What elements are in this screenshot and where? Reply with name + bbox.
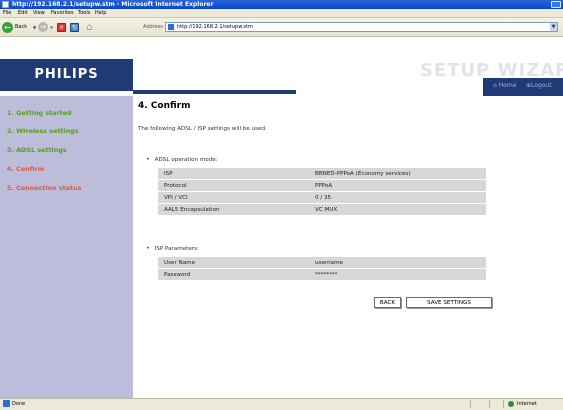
username-label: User Name — [158, 257, 309, 268]
minimize-button[interactable] — [551, 1, 561, 8]
intro-text: The following ADSL / ISP settings will b… — [138, 126, 267, 132]
page-icon — [168, 24, 174, 30]
address-input[interactable]: http://192.168.2.1/setupw.stm — [177, 22, 253, 32]
table-row: Protocol PPPoA — [158, 180, 486, 191]
header-divider — [133, 90, 296, 94]
zone-text: Internet — [517, 401, 537, 407]
back-step-button[interactable]: BACK — [374, 297, 401, 308]
protocol-value: PPPoA — [309, 180, 486, 191]
status-divider — [470, 400, 471, 408]
table-row: VPI / VCI 0 / 35 — [158, 192, 486, 203]
sidebar-item-getting-started[interactable]: 1. Getting started — [7, 108, 72, 118]
home-link-label[interactable]: Home — [499, 82, 517, 89]
forward-dropdown-icon[interactable]: ▼ — [50, 22, 53, 33]
page-title: 4. Confirm — [138, 101, 191, 111]
adsl-heading-label: ADSL operation mode: — [154, 157, 218, 163]
table-row: AAL5 Encapsulation VC MUX — [158, 204, 486, 215]
home-icon[interactable]: ⌂ — [84, 22, 95, 33]
sidebar-item-adsl-settings[interactable]: 3. ADSL settings — [7, 145, 67, 155]
refresh-icon[interactable]: ↻ — [70, 23, 79, 32]
address-label: Address — [143, 24, 163, 30]
menu-tools[interactable]: Tools — [78, 9, 90, 17]
internet-zone-icon — [508, 401, 514, 407]
philips-logo: PHILIPS — [34, 67, 99, 82]
isp-value: BBNED-PPPoA (Economy services) — [309, 168, 486, 179]
menu-view[interactable]: View — [33, 9, 45, 17]
isp-parameters-table: User Name username Password ******** — [158, 256, 486, 281]
aal5-value: VC MUX — [309, 204, 486, 215]
table-row: ISP BBNED-PPPoA (Economy services) — [158, 168, 486, 179]
isp-section-heading: • ISP Parameters: — [146, 235, 199, 254]
menu-bar: File Edit View Favorites Tools Help — [0, 9, 563, 18]
isp-label: ISP — [158, 168, 309, 179]
logout-link-label[interactable]: Logout — [531, 82, 552, 89]
page-done-icon — [3, 400, 10, 407]
menu-favorites[interactable]: Favorites — [51, 9, 74, 17]
vpi-vci-label: VPI / VCI — [158, 192, 309, 203]
status-bar — [0, 398, 563, 410]
save-settings-button[interactable]: SAVE SETTINGS — [406, 297, 492, 308]
logout-link[interactable]: ⊕Logout — [526, 80, 552, 92]
status-text: Done — [12, 401, 26, 407]
password-label: Password — [158, 269, 309, 280]
back-dropdown-icon[interactable]: ▼ — [33, 22, 36, 33]
back-arrow-icon: ← — [4, 23, 11, 32]
sidebar-item-connection-status[interactable]: 5. Connection status — [7, 183, 81, 193]
window-title: http://192.168.2.1/setupw.stm - Microsof… — [12, 1, 214, 8]
vpi-vci-value: 0 / 35 — [309, 192, 486, 203]
isp-heading-label: ISP Parameters: — [154, 246, 199, 252]
protocol-label: Protocol — [158, 180, 309, 191]
ie-window-icon — [2, 1, 9, 8]
adsl-settings-table: ISP BBNED-PPPoA (Economy services) Proto… — [158, 167, 486, 216]
back-label[interactable]: Back — [15, 22, 27, 33]
menu-edit[interactable]: Edit — [18, 9, 28, 17]
forward-arrow-icon: → — [40, 23, 46, 31]
sidebar: 1. Getting started 2. Wireless settings … — [0, 96, 133, 398]
password-value: ******** — [309, 269, 486, 280]
status-divider — [503, 400, 504, 408]
menu-file[interactable]: File — [3, 9, 11, 17]
stop-icon[interactable]: × — [57, 23, 66, 32]
sidebar-item-wireless-settings[interactable]: 2. Wireless settings — [7, 126, 79, 136]
aal5-label: AAL5 Encapsulation — [158, 204, 309, 215]
adsl-section-heading: • ADSL operation mode: — [146, 146, 218, 165]
status-divider — [489, 400, 490, 408]
menu-help[interactable]: Help — [95, 9, 106, 17]
home-link[interactable]: ⌂ Home — [493, 80, 516, 92]
bullet-icon: • — [146, 245, 150, 252]
sidebar-item-confirm[interactable]: 4. Confirm — [7, 164, 44, 174]
table-row: User Name username — [158, 257, 486, 268]
address-dropdown-icon[interactable]: ▼ — [550, 23, 557, 31]
table-row: Password ******** — [158, 269, 486, 280]
bullet-icon: • — [146, 156, 150, 163]
username-value: username — [309, 257, 486, 268]
